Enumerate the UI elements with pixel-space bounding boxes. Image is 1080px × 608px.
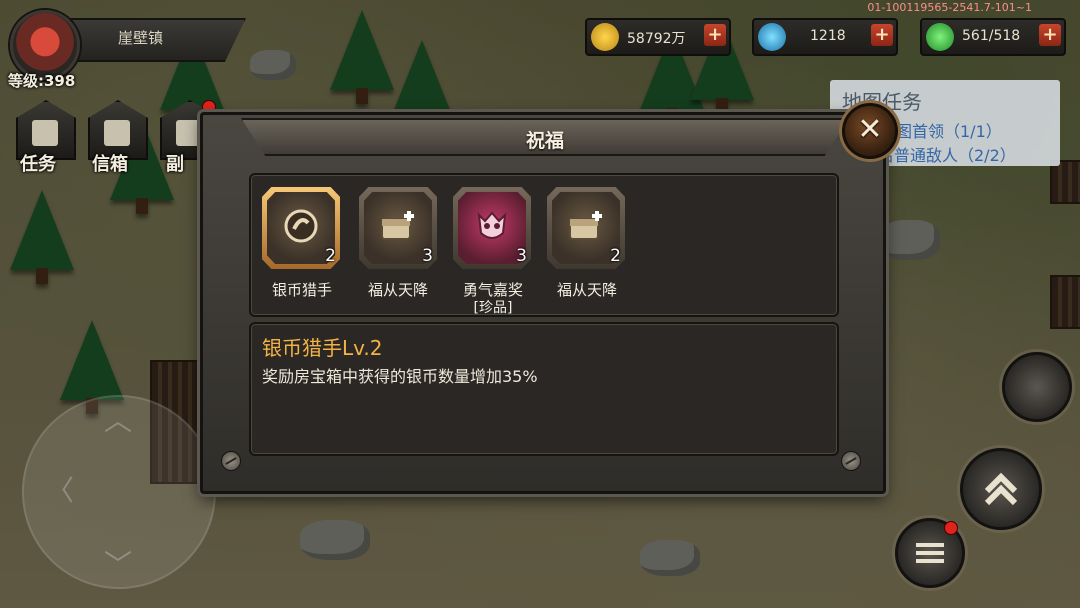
gem-icon: [758, 23, 786, 51]
stamina-value: 561/518: [962, 28, 1021, 44]
screw-decoration: [841, 451, 861, 471]
add-stamina-button[interactable]: +: [1039, 24, 1061, 46]
gem-value: 1218: [810, 28, 846, 44]
blessing-detail-description: 奖励房宝箱中获得的银币数量增加35%: [262, 367, 538, 386]
stamina-icon: [926, 23, 954, 51]
stamina-resource: 561/518 +: [920, 18, 1066, 56]
blessing-count: 2: [325, 246, 336, 266]
coin-icon: [591, 23, 619, 51]
blessing-name: 银币猎手: [271, 281, 332, 299]
blessing-dialog: 祝福 2 3 3 2 银币猎手 福从天降 勇气嘉奖 [珍品] 福从天降: [200, 112, 886, 494]
blessing-slot-courage-reward[interactable]: 3: [453, 187, 533, 271]
blessing-detail-title: 银币猎手Lv.2: [262, 336, 383, 360]
jump-button[interactable]: [960, 448, 1042, 530]
coin-resource: 58792万 +: [585, 18, 731, 56]
quest-scroll-icon: [32, 120, 58, 146]
dungeon-icon: [176, 120, 202, 146]
joystick-down-arrow: ﹀: [104, 548, 133, 581]
close-button[interactable]: ✕: [842, 103, 898, 159]
demon-mask-icon: [477, 211, 507, 239]
blessing-name: 福从天降: [556, 281, 617, 299]
player-level: 等级:398: [8, 72, 76, 90]
screw-decoration: [221, 451, 241, 471]
mailbox-icon: [104, 120, 130, 146]
blessing-slot-fortune-chest[interactable]: 2: [547, 187, 627, 271]
blessing-count: 2: [610, 246, 621, 266]
dungeon-label: 副: [166, 154, 184, 175]
blessing-slot-fortune-chest[interactable]: 3: [359, 187, 439, 271]
double-chevron-up-icon: [984, 472, 1018, 506]
notification-dot: [944, 521, 958, 535]
blessing-count: 3: [422, 246, 433, 266]
blessing-count: 3: [516, 246, 527, 266]
joystick-left-arrow: 〈: [46, 474, 75, 507]
add-coin-button[interactable]: +: [704, 24, 726, 46]
task-line: 图首领（1/1）: [896, 122, 1002, 141]
close-icon: ✕: [857, 112, 883, 147]
dialog-header: 祝福: [241, 118, 849, 156]
joystick-up-arrow: ︿: [104, 404, 133, 437]
quest-label: 任务: [20, 154, 56, 175]
coin-hunter-icon: [284, 209, 318, 243]
task-line: 名普通敌人（2/2）: [878, 146, 1016, 165]
server-id: 01-100119565-2541.7-101~1: [867, 1, 1032, 14]
virtual-joystick[interactable]: ︿ 〈 ﹀: [22, 395, 216, 589]
coin-value: 58792万: [627, 31, 686, 47]
treasure-chest-plus-icon: [569, 211, 602, 240]
add-gem-button[interactable]: +: [871, 24, 893, 46]
location-name: 崖壁镇: [118, 29, 164, 47]
mailbox-label: 信箱: [92, 154, 128, 175]
dialog-title: 祝福: [525, 130, 564, 152]
blessing-rarity: [珍品]: [473, 300, 513, 316]
skill-button[interactable]: [1002, 352, 1072, 422]
treasure-chest-plus-icon: [381, 211, 414, 240]
blessing-slot-coin-hunter[interactable]: 2: [262, 187, 342, 271]
gem-resource: 1218 +: [752, 18, 898, 56]
blessing-name: 福从天降: [367, 281, 428, 299]
